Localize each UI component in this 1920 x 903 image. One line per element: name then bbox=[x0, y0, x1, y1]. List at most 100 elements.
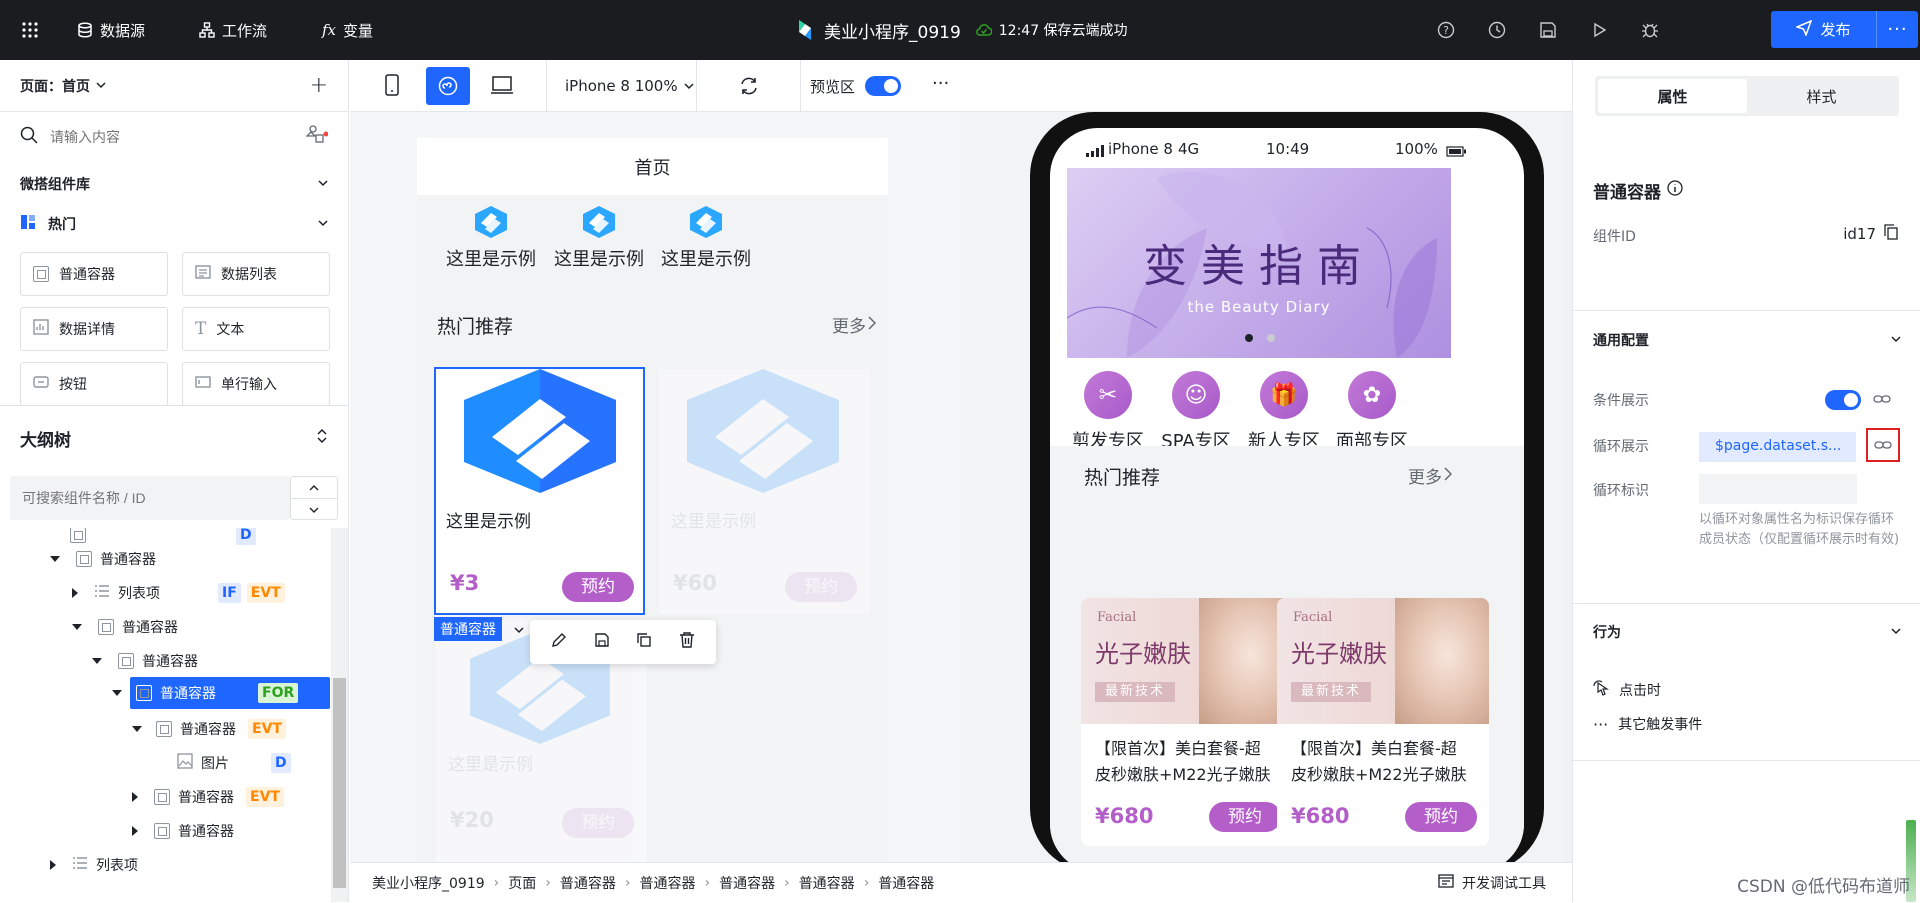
save-icon[interactable] bbox=[1536, 18, 1560, 42]
chevron-up-icon[interactable] bbox=[291, 477, 337, 499]
breadcrumb-item[interactable]: 美业小程序_0919 bbox=[372, 873, 485, 893]
expand-caret-icon[interactable] bbox=[72, 588, 78, 598]
outline-nav-stepper[interactable] bbox=[290, 476, 338, 520]
carousel-dot-active[interactable] bbox=[1245, 334, 1253, 342]
tree-row[interactable]: 普通容器 EVT bbox=[132, 712, 286, 746]
debug-icon[interactable] bbox=[1638, 18, 1662, 42]
bind-link-icon[interactable] bbox=[1873, 392, 1891, 410]
chevron-down-icon[interactable] bbox=[514, 623, 524, 639]
collapse-caret-icon[interactable] bbox=[50, 556, 60, 562]
copy-icon[interactable] bbox=[636, 632, 652, 652]
collapse-caret-icon[interactable] bbox=[72, 624, 82, 630]
book-button[interactable]: 预约 bbox=[1209, 802, 1281, 832]
info-icon[interactable] bbox=[1667, 180, 1683, 201]
tree-row[interactable]: 普通容器 bbox=[50, 542, 156, 576]
collapse-caret-icon[interactable] bbox=[92, 658, 102, 664]
outline-search-input[interactable] bbox=[22, 490, 262, 506]
miniprogram-view-icon[interactable] bbox=[426, 67, 470, 105]
add-page-icon[interactable]: + bbox=[310, 73, 328, 98]
component-text-button[interactable]: T 文本 bbox=[182, 307, 330, 351]
component-datadetail-button[interactable]: 数据详情 bbox=[20, 307, 168, 351]
component-container-button[interactable]: 普通容器 bbox=[20, 252, 168, 296]
product-card[interactable]: 这里是示例 ¥60 预约 bbox=[659, 369, 870, 614]
component-market-icon[interactable] bbox=[305, 125, 329, 149]
grid-item[interactable]: 这里是示例 bbox=[656, 205, 756, 271]
category-item[interactable]: ✿ 面部专区 bbox=[1322, 371, 1422, 453]
carousel-dot[interactable] bbox=[1267, 334, 1275, 342]
tree-row[interactable]: 普通容器 EVT bbox=[132, 780, 284, 814]
workflow-menu[interactable]: 工作流 bbox=[199, 0, 267, 60]
more-options-button[interactable]: ··· bbox=[932, 73, 949, 94]
tree-row[interactable]: 列表项 bbox=[50, 848, 138, 882]
variables-menu[interactable]: fx 变量 bbox=[322, 0, 373, 60]
desktop-view-icon[interactable] bbox=[490, 75, 514, 99]
expand-collapse-icon[interactable] bbox=[316, 428, 328, 448]
grid-item[interactable]: 这里是示例 bbox=[549, 205, 649, 271]
collapse-caret-icon[interactable] bbox=[132, 726, 142, 732]
library-header[interactable]: 微搭组件库 bbox=[0, 164, 348, 204]
expand-caret-icon[interactable] bbox=[132, 792, 138, 802]
help-icon[interactable]: ? bbox=[1434, 18, 1458, 42]
category-item[interactable]: 🎁 新人专区 bbox=[1234, 371, 1334, 453]
component-button-button[interactable]: 按钮 bbox=[20, 362, 168, 406]
chevron-down-icon[interactable] bbox=[291, 499, 337, 520]
component-input-button[interactable]: 单行输入 bbox=[182, 362, 330, 406]
publish-button[interactable]: 发布 ··· bbox=[1771, 11, 1918, 48]
page-selector[interactable]: 页面：首页 bbox=[20, 76, 106, 96]
tree-row[interactable]: 图片 D bbox=[177, 746, 291, 780]
tree-row[interactable]: 普通容器 bbox=[92, 644, 198, 678]
outline-search-field[interactable] bbox=[10, 476, 290, 520]
book-button[interactable]: 预约 bbox=[1405, 802, 1477, 832]
category-item[interactable]: ☺ SPA专区 bbox=[1146, 371, 1246, 453]
breadcrumb-item[interactable]: 普通容器 bbox=[878, 873, 934, 893]
hot-group-header[interactable]: 热门 bbox=[0, 204, 348, 244]
book-button[interactable]: 预约 bbox=[562, 572, 634, 602]
copy-icon[interactable] bbox=[1884, 224, 1898, 244]
loop-value-field[interactable]: $page.dataset.s... bbox=[1699, 432, 1856, 462]
component-search-input[interactable] bbox=[50, 129, 250, 145]
datasource-menu[interactable]: 数据源 bbox=[77, 0, 145, 60]
product-card-selected[interactable]: 这里是示例 ¥3 预约 bbox=[434, 367, 645, 615]
book-button[interactable]: 预约 bbox=[785, 572, 857, 602]
save-template-icon[interactable] bbox=[594, 632, 610, 652]
delete-icon[interactable] bbox=[679, 632, 695, 652]
breadcrumb-item[interactable]: 普通容器 bbox=[639, 873, 695, 893]
component-datalist-button[interactable]: 数据列表 bbox=[182, 252, 330, 296]
device-selector[interactable]: iPhone 8 100% bbox=[565, 60, 694, 112]
tab-properties[interactable]: 属性 bbox=[1598, 79, 1747, 113]
collapse-caret-icon[interactable] bbox=[112, 690, 122, 696]
outline-scrollbar[interactable] bbox=[331, 528, 348, 902]
edit-icon[interactable] bbox=[551, 632, 567, 652]
breadcrumb-item[interactable]: 普通容器 bbox=[719, 873, 775, 893]
event-other[interactable]: ··· 其它触发事件 bbox=[1593, 714, 1702, 734]
hero-banner[interactable]: 变美指南 the Beauty Diary bbox=[1067, 168, 1451, 358]
publish-more-button[interactable]: ··· bbox=[1876, 11, 1918, 48]
tree-row[interactable]: 普通容器 bbox=[132, 814, 234, 848]
loop-bind-link-icon[interactable] bbox=[1866, 428, 1900, 462]
event-on-click[interactable]: 点击时 bbox=[1593, 680, 1661, 700]
tree-row[interactable]: 普通容器 bbox=[72, 610, 178, 644]
tree-row[interactable]: 列表项 IF EVT bbox=[72, 576, 285, 610]
devtools-button[interactable]: 开发调试工具 bbox=[1438, 863, 1546, 903]
preview-toggle[interactable] bbox=[865, 76, 902, 96]
more-link[interactable]: 更多 bbox=[832, 312, 877, 337]
more-link[interactable]: 更多 bbox=[1408, 463, 1453, 488]
tab-style[interactable]: 样式 bbox=[1747, 79, 1896, 113]
behavior-header[interactable]: 行为 bbox=[1593, 622, 1901, 642]
history-icon[interactable] bbox=[1485, 18, 1509, 42]
expand-caret-icon[interactable] bbox=[50, 860, 56, 870]
general-config-header[interactable]: 通用配置 bbox=[1593, 330, 1901, 350]
tree-row-selected[interactable]: 普通容器 FOR bbox=[112, 677, 330, 709]
run-icon[interactable] bbox=[1587, 18, 1611, 42]
apps-grid-icon[interactable] bbox=[20, 0, 40, 60]
breadcrumb-item[interactable]: 普通容器 bbox=[560, 873, 616, 893]
mobile-view-icon[interactable] bbox=[384, 73, 400, 101]
product-card[interactable]: Facial 光子嫩肤 最新技术 【限首次】美白套餐-超 皮秒嫩肤+M22光子嫩… bbox=[1277, 598, 1489, 846]
breadcrumb-item[interactable]: 普通容器 bbox=[799, 873, 855, 893]
refresh-icon[interactable] bbox=[738, 75, 760, 101]
loop-key-input[interactable] bbox=[1699, 474, 1857, 504]
product-card[interactable]: Facial 光子嫩肤 最新技术 【限首次】美白套餐-超 皮秒嫩肤+M22光子嫩… bbox=[1081, 598, 1293, 846]
selected-component-tag[interactable]: 普通容器 bbox=[434, 617, 502, 641]
breadcrumb-item[interactable]: 页面 bbox=[508, 873, 536, 893]
condition-toggle[interactable] bbox=[1825, 390, 1861, 410]
